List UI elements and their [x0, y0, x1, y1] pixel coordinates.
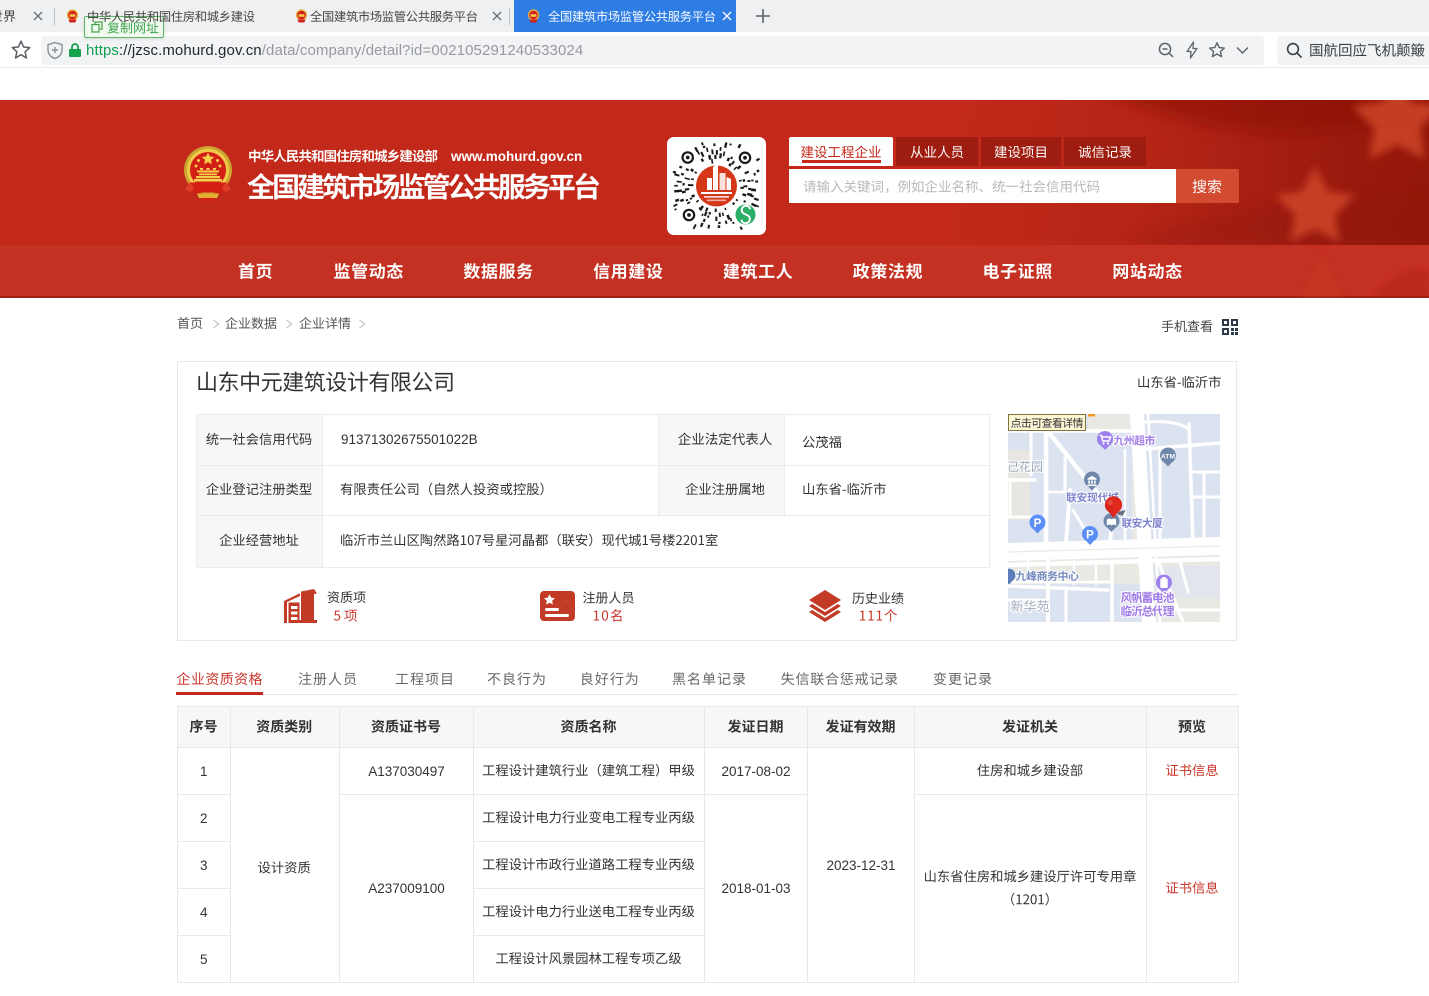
- svg-text:P: P: [1086, 530, 1094, 542]
- svg-text:P: P: [1034, 518, 1042, 530]
- svg-text:ATM: ATM: [1161, 454, 1176, 461]
